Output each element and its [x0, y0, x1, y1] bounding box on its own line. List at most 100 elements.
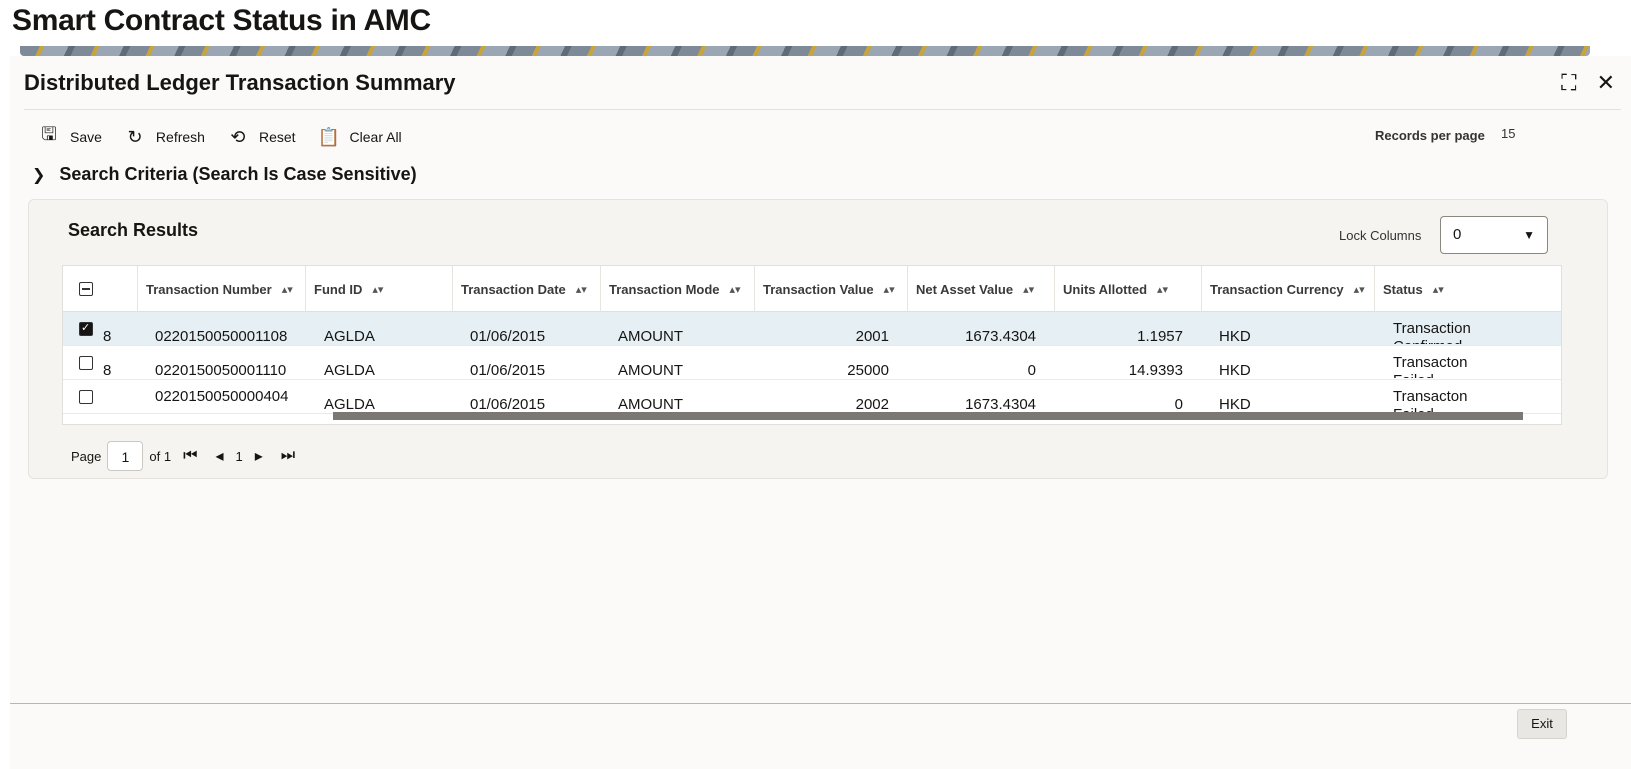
cell-units: 1.1957: [1137, 328, 1183, 345]
row-prefix: 8: [103, 328, 112, 345]
refresh-label: Refresh: [155, 129, 205, 145]
col-transaction-mode[interactable]: Transaction Mode ▴▾: [600, 266, 754, 312]
cell-transaction-value: 2001: [855, 328, 889, 345]
cell-transaction-mode: AMOUNT: [618, 328, 683, 345]
col-transaction-date[interactable]: Transaction Date ▴▾: [452, 266, 600, 312]
lock-columns-label: Lock Columns: [1339, 228, 1422, 243]
sort-icon: ▴▾: [1157, 283, 1169, 296]
horizontal-scrollbar[interactable]: [333, 412, 1523, 420]
row-prefix: 8: [103, 362, 112, 379]
refresh-icon: ↻: [127, 126, 143, 147]
sort-icon: ▴▾: [883, 283, 895, 296]
save-icon: 🖫: [41, 124, 57, 144]
cell-currency: HKD: [1219, 362, 1251, 379]
select-all-checkbox[interactable]: [79, 282, 93, 296]
sort-icon: ▴▾: [281, 283, 293, 296]
prev-page-icon[interactable]: ◂: [209, 446, 229, 466]
sort-icon: ▴▾: [729, 283, 741, 296]
search-results-title: Search Results: [68, 220, 199, 240]
row-checkbox[interactable]: [79, 356, 93, 370]
clear-all-icon: 📋: [317, 126, 340, 147]
cell-units: 14.9393: [1128, 362, 1183, 379]
cell-status: Transacton Failed: [1393, 354, 1468, 378]
refresh-button[interactable]: ↻ Refresh: [124, 127, 205, 148]
col-label: Net Asset Value: [916, 281, 1014, 297]
cell-transaction-mode: AMOUNT: [618, 396, 683, 413]
cell-currency: HKD: [1219, 396, 1251, 413]
row-prefix: [103, 380, 115, 414]
sort-icon: ▴▾: [1353, 283, 1365, 296]
cell-transaction-value: 25000: [847, 362, 889, 379]
lock-columns-value: 0: [1453, 226, 1462, 243]
dialog-title: Distributed Ledger Transaction Summary: [24, 70, 456, 95]
cell-fund-id: AGLDA: [324, 328, 375, 345]
sort-icon: ▴▾: [575, 283, 587, 296]
cell-units: 0: [1174, 396, 1183, 413]
cell-status: Transaction Confirmed: [1393, 320, 1471, 344]
close-icon[interactable]: ✕: [1597, 70, 1615, 96]
cell-transaction-mode: AMOUNT: [618, 362, 683, 379]
records-per-page-value[interactable]: 15: [1501, 126, 1515, 141]
exit-button[interactable]: Exit: [1517, 709, 1567, 739]
table-row[interactable]: 8 0220150050001110 AGLDA 01/06/2015 AMOU…: [63, 346, 1561, 380]
pagination: Page 1 of 1 ⏮ ◂ 1 ▸ ⏭: [71, 441, 301, 471]
maximize-icon[interactable]: ⛶: [1561, 70, 1576, 96]
col-label: Transaction Date: [461, 281, 566, 297]
next-page-icon[interactable]: ▸: [249, 446, 269, 466]
search-criteria-toggle[interactable]: ❯ Search Criteria (Search Is Case Sensit…: [32, 164, 417, 185]
clear-all-button[interactable]: 📋 Clear All: [318, 127, 402, 148]
cell-transaction-number: 0220150050001108: [155, 328, 288, 345]
page-input[interactable]: 1: [107, 441, 144, 471]
sort-icon: ▴▾: [1023, 283, 1035, 296]
col-transaction-value[interactable]: Transaction Value ▴▾: [754, 266, 907, 312]
col-status[interactable]: Status ▴▾: [1374, 266, 1561, 312]
table-row[interactable]: 8 0220150050001108 AGLDA 01/06/2015 AMOU…: [63, 312, 1561, 346]
save-button[interactable]: 🖫 Save: [38, 122, 102, 152]
table-row[interactable]: 0220150050000404 AGLDA 01/06/2015 AMOUNT…: [63, 380, 1561, 414]
cell-nav: 1673.4304: [965, 396, 1036, 413]
col-units-allotted[interactable]: Units Allotted ▴▾: [1054, 266, 1201, 312]
col-label: Transaction Currency: [1210, 281, 1344, 297]
reset-button[interactable]: ⟲ Reset: [227, 126, 296, 148]
footer-divider: [10, 703, 1631, 704]
current-page: 1: [235, 448, 243, 464]
sort-icon: ▴▾: [1432, 283, 1444, 296]
reset-icon: ⟲: [230, 126, 246, 147]
col-transaction-currency[interactable]: Transaction Currency ▴▾: [1201, 266, 1374, 312]
row-checkbox[interactable]: [79, 321, 93, 336]
cell-transaction-date: 01/06/2015: [470, 328, 546, 345]
clear-all-label: Clear All: [349, 129, 402, 145]
col-label: Transaction Number: [146, 281, 272, 297]
cell-nav: 0: [1027, 362, 1036, 379]
title-divider: [24, 109, 1621, 110]
cell-currency: HKD: [1219, 328, 1251, 345]
header-banner: [20, 46, 1590, 56]
results-table: Transaction Number ▴▾ Fund ID ▴▾ Transacti…: [62, 265, 1562, 425]
cell-nav: 1673.4304: [965, 328, 1036, 345]
reset-label: Reset: [258, 129, 296, 145]
col-label: Status: [1383, 281, 1423, 297]
lock-columns-select[interactable]: 0 ▼: [1440, 216, 1548, 254]
cell-transaction-number: 0220150050001110: [155, 362, 287, 379]
col-net-asset-value[interactable]: Net Asset Value ▴▾: [907, 266, 1054, 312]
last-page-icon[interactable]: ⏭: [275, 447, 301, 465]
cell-transaction-date: 01/06/2015: [470, 396, 546, 413]
col-transaction-number[interactable]: Transaction Number ▴▾: [137, 266, 305, 312]
col-label: Fund ID: [314, 281, 363, 297]
first-page-icon[interactable]: ⏮: [177, 447, 203, 465]
cell-fund-id: AGLDA: [324, 362, 375, 379]
cell-transaction-date: 01/06/2015: [470, 362, 546, 379]
page-title: Smart Contract Status in AMC: [12, 4, 431, 37]
table-header: Transaction Number ▴▾ Fund ID ▴▾ Transacti…: [63, 266, 1561, 312]
cell-transaction-value: 2002: [855, 396, 889, 413]
records-per-page-label: Records per page: [1375, 128, 1485, 143]
row-checkbox[interactable]: [79, 390, 93, 404]
toolbar: 🖫 Save ↻ Refresh ⟲ Reset 📋 Clear All: [38, 122, 402, 152]
cell-fund-id: AGLDA: [324, 396, 375, 413]
chevron-down-icon: ▼: [1523, 228, 1535, 242]
cell-status: Transacton Failed: [1393, 388, 1468, 412]
col-fund-id[interactable]: Fund ID ▴▾: [305, 266, 452, 312]
sort-icon: ▴▾: [372, 283, 384, 296]
col-label: Units Allotted: [1063, 281, 1148, 297]
search-results-panel: Search Results Lock Columns 0 ▼ Transact…: [28, 199, 1608, 479]
